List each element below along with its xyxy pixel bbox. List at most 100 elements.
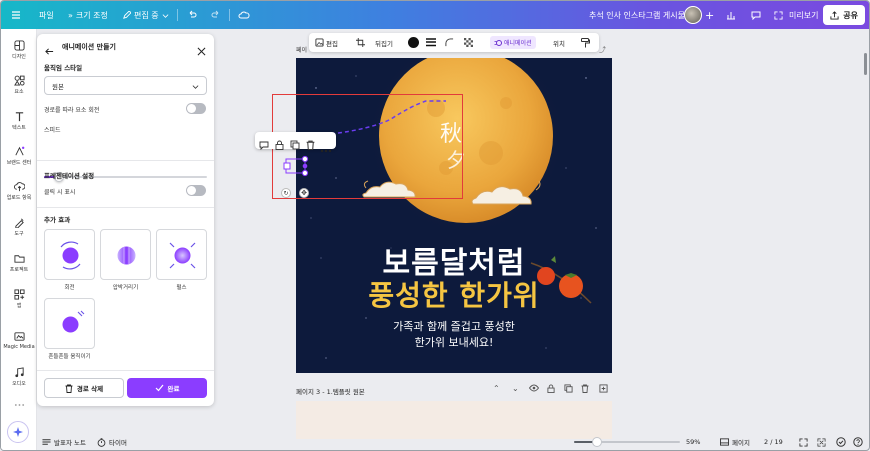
page-counter[interactable]: 2 / 19 [764, 432, 783, 450]
grid-view-button[interactable] [799, 432, 808, 450]
app-window: 파일 » 크기 조정 편집 중 추석 인사 인스타그램 게시물 + 미리보기 공… [0, 0, 870, 451]
sidebar-more[interactable] [1, 403, 37, 409]
page-delete-button[interactable] [581, 384, 589, 395]
sidebar-item-brand[interactable]: 브랜드 센터 [1, 146, 37, 166]
flip-button[interactable]: 뒤집기 [375, 33, 393, 52]
border-style-button[interactable] [426, 33, 436, 52]
comments-button[interactable] [751, 1, 761, 29]
avatar[interactable] [684, 6, 702, 24]
notes-button[interactable]: 발표자 노트 [42, 432, 86, 450]
page-add-button[interactable] [599, 384, 608, 395]
arrow-left-icon [45, 48, 54, 55]
undo-button[interactable] [187, 1, 197, 29]
sidebar-item-label: 요소 [14, 89, 24, 95]
color-swatch-button[interactable] [408, 33, 419, 52]
more-options-button[interactable] [320, 138, 332, 157]
resize-button[interactable]: » 크기 조정 [68, 1, 108, 29]
page-lock-button[interactable] [547, 384, 555, 395]
back-button[interactable] [45, 41, 54, 60]
sidebar-item-projects[interactable]: 프로젝트 [1, 253, 37, 273]
magic-media-icon [13, 332, 25, 341]
position-button[interactable]: 위치 [553, 33, 565, 52]
motion-style-label: 움직임 스타일 [44, 64, 83, 72]
sidebar-item-text[interactable]: 텍스트 [1, 111, 37, 131]
document-title[interactable]: 추석 인사 인스타그램 게시물 [589, 1, 685, 29]
panel-title: 애니메이션 만들기 [62, 43, 116, 51]
vertical-scrollbar[interactable] [864, 53, 867, 75]
divider [37, 370, 214, 371]
comment-icon [259, 141, 269, 151]
copy-style-button[interactable] [581, 33, 590, 52]
pages-button[interactable]: 페이지 [720, 432, 750, 450]
check-status-button[interactable] [836, 432, 846, 450]
share-upload-icon [830, 10, 839, 20]
top-bar: 파일 » 크기 조정 편집 중 추석 인사 인스타그램 게시물 + 미리보기 공… [1, 1, 869, 29]
lock-icon [547, 384, 555, 393]
delete-path-button[interactable]: 경로 삭제 [44, 378, 124, 398]
page-up-button[interactable]: ⌃ [493, 384, 500, 393]
message-line-2[interactable]: 한가위 보내세요! [296, 334, 612, 350]
editing-mode-dropdown[interactable]: 편집 중 [122, 1, 169, 29]
sidebar-item-apps[interactable]: 앱 [1, 289, 37, 309]
corner-radius-icon [445, 38, 454, 47]
done-button[interactable]: 완료 [127, 378, 207, 398]
checkerboard-icon [464, 38, 473, 47]
sidebar-item-elements[interactable]: 요소 [1, 75, 37, 95]
close-button[interactable] [197, 41, 206, 60]
corner-rounding-button[interactable] [445, 33, 454, 52]
animation-panel: 애니메이션 만들기 움직임 스타일 원본 경로를 따라 요소 회전 스피드 프레… [37, 34, 214, 406]
fullscreen-button[interactable] [817, 432, 826, 450]
crop-button[interactable] [356, 33, 365, 52]
page-down-button[interactable]: ⌄ [512, 384, 519, 393]
sidebar-item-audio[interactable]: 오디오 [1, 367, 37, 387]
plus-icon: + [705, 8, 715, 22]
edit-image-button[interactable]: 편집 [315, 33, 338, 52]
redo-button[interactable] [211, 1, 221, 29]
comment-add-button[interactable] [259, 135, 269, 154]
page-label: 페이 [296, 47, 308, 54]
timer-label: 타이머 [109, 439, 127, 447]
rotate-along-path-toggle[interactable] [186, 103, 206, 114]
help-button[interactable] [853, 432, 863, 450]
effect-squeeze[interactable] [100, 229, 151, 280]
sidebar-item-uploads[interactable]: 업로드 항목 [1, 181, 37, 201]
duplicate-icon [564, 384, 573, 393]
sidebar-item-tools[interactable]: 도구 [1, 217, 37, 237]
preview-button[interactable]: 미리보기 [774, 1, 818, 29]
resize-icon: » [68, 10, 73, 20]
page-duplicate-button[interactable] [564, 384, 573, 395]
rotate-handle[interactable]: ↻ [281, 188, 291, 198]
sidebar-item-design[interactable]: 디자인 [1, 40, 37, 60]
move-handle[interactable]: ✥ [299, 188, 309, 198]
page-visibility-button[interactable] [528, 384, 540, 394]
zoom-slider-handle[interactable] [592, 437, 603, 447]
share-button[interactable]: 공유 [823, 5, 865, 25]
timer-button[interactable]: 타이머 [97, 432, 127, 450]
pages-icon [720, 438, 729, 446]
chevron-down-icon [192, 85, 199, 89]
menu-icon[interactable] [11, 1, 21, 29]
add-collaborator-button[interactable]: + [705, 1, 714, 29]
effect-pulse[interactable] [156, 229, 207, 280]
motion-style-select[interactable]: 원본 [44, 76, 207, 95]
crop-icon [356, 38, 365, 47]
effect-rotate[interactable] [44, 229, 95, 280]
timer-icon [97, 437, 106, 447]
magic-assistant-button[interactable] [7, 421, 29, 443]
show-on-click-toggle[interactable] [186, 185, 206, 196]
pulse-effect-icon [169, 242, 196, 269]
preview-label: 미리보기 [789, 10, 819, 20]
zoom-percent-button[interactable]: 59% [686, 432, 700, 450]
sidebar-item-magic-media[interactable]: Magic Media [1, 331, 37, 350]
insights-button[interactable] [726, 1, 736, 29]
animation-button[interactable]: 애니메이션 [490, 36, 536, 49]
position-label: 위치 [553, 39, 565, 48]
transparency-button[interactable] [464, 33, 473, 52]
cloud-save-status[interactable] [238, 1, 250, 29]
subline-text[interactable]: 풍성한 한가위 [296, 274, 612, 314]
comment-icon [751, 11, 761, 20]
file-menu[interactable]: 파일 [39, 1, 54, 29]
effect-wobble[interactable] [44, 298, 95, 349]
message-line-1[interactable]: 가족과 함께 즐겁고 풍성한 [296, 318, 612, 334]
done-label: 완료 [167, 385, 180, 393]
